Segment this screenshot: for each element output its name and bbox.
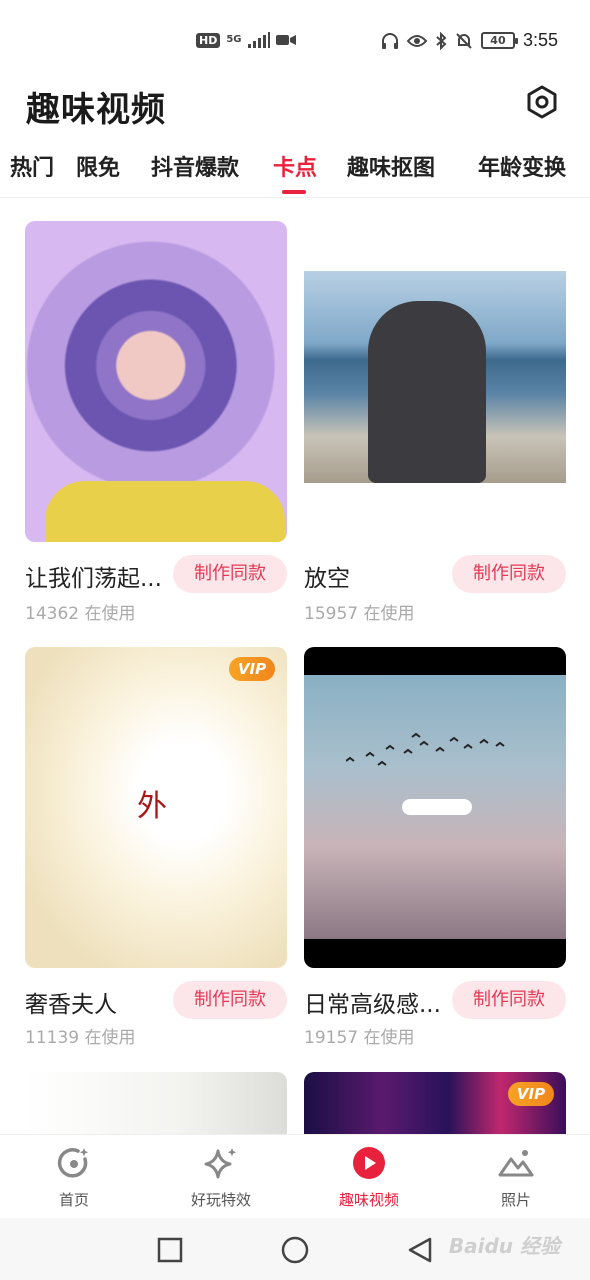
make-same-button[interactable]: 制作同款 (173, 555, 287, 593)
thumbnail-shape (402, 799, 472, 815)
nav-photos[interactable]: 照片 (466, 1145, 566, 1210)
video-play-icon (353, 1147, 385, 1179)
birds-icon (346, 732, 505, 766)
template-card[interactable]: VIP (304, 1072, 566, 1134)
status-bar: HD 5G 40 3:55 (0, 0, 590, 88)
tab-beat-sync[interactable]: 卡点 (273, 150, 317, 182)
category-tabs: 热门 限免 抖音爆款 卡点 趣味抠图 年龄变换 (0, 140, 590, 198)
home-circle-button-icon[interactable] (281, 1236, 309, 1264)
video-thumbnail[interactable] (25, 1072, 287, 1134)
nav-fun-effects[interactable]: 好玩特效 (171, 1145, 271, 1210)
video-thumbnail[interactable]: 外 VIP (25, 647, 287, 968)
system-navigation-bar: Baidu 经验 (0, 1218, 590, 1280)
vip-badge: VIP (229, 657, 275, 681)
nav-label: 好玩特效 (190, 1191, 251, 1209)
make-same-button[interactable]: 制作同款 (173, 981, 287, 1019)
tab-fun-cutout[interactable]: 趣味抠图 (347, 150, 435, 182)
bluetooth-icon (436, 31, 447, 50)
status-right: 40 3:55 (381, 30, 558, 51)
tab-hot[interactable]: 热门 (10, 150, 54, 182)
thumbnail-text: 外 (137, 789, 167, 824)
thumbnail-shape (45, 481, 285, 542)
usage-count: 11139 在使用 (25, 1028, 136, 1048)
tab-free[interactable]: 限免 (76, 150, 120, 182)
bottom-navigation: 首页 好玩特效 趣味视频 照片 (0, 1134, 590, 1218)
make-same-button[interactable]: 制作同款 (452, 981, 566, 1019)
headphones-icon (381, 32, 398, 49)
nav-home[interactable]: 首页 (24, 1145, 124, 1210)
status-left: HD 5G (196, 32, 296, 48)
photo-mountain-icon (498, 1150, 534, 1177)
template-card[interactable]: 外 VIP 奢香夫人 制作同款 11139 在使用 (25, 647, 287, 1048)
card-title: 让我们荡起... (25, 566, 162, 592)
page-title: 趣味视频 (26, 90, 166, 130)
nav-label: 趣味视频 (338, 1191, 399, 1209)
card-title: 奢香夫人 (25, 992, 117, 1018)
template-card[interactable]: 日常高级感... 制作同款 19157 在使用 (304, 647, 566, 1048)
card-title: 放空 (304, 566, 350, 592)
video-thumbnail[interactable] (304, 647, 566, 968)
usage-count: 15957 在使用 (304, 604, 415, 624)
settings-hexagon-icon[interactable] (524, 84, 560, 120)
network-5g-label: 5G (226, 34, 242, 45)
tab-age-change[interactable]: 年龄变换 (478, 150, 566, 182)
video-thumbnail[interactable] (25, 221, 287, 542)
eye-icon (406, 34, 427, 47)
home-circle-icon (57, 1148, 89, 1178)
sparkle-icon (204, 1148, 237, 1179)
nav-fun-video[interactable]: 趣味视频 (319, 1145, 419, 1210)
card-title: 日常高级感... (304, 992, 441, 1018)
template-card[interactable]: 放空 制作同款 15957 在使用 (304, 221, 566, 624)
nav-label: 照片 (500, 1191, 531, 1209)
active-tab-indicator (282, 190, 306, 194)
status-time: 3:55 (522, 30, 558, 50)
back-triangle-icon[interactable] (406, 1236, 434, 1264)
watermark: Baidu 经验 (448, 1234, 560, 1258)
video-thumbnail[interactable]: VIP (304, 1072, 566, 1134)
thumbnail-shape (368, 301, 486, 483)
make-same-button[interactable]: 制作同款 (452, 555, 566, 593)
recent-apps-icon[interactable] (156, 1236, 184, 1264)
hd-badge: HD (196, 32, 221, 48)
usage-count: 19157 在使用 (304, 1028, 415, 1048)
video-camera-icon (275, 35, 296, 45)
vip-badge: VIP (508, 1082, 554, 1106)
sky-image (304, 675, 566, 939)
nav-label: 首页 (58, 1191, 89, 1209)
video-thumbnail[interactable] (304, 271, 566, 483)
signal-icon (247, 32, 270, 48)
template-card[interactable]: 让我们荡起... 制作同款 14362 在使用 (25, 221, 287, 624)
tab-douyin-hits[interactable]: 抖音爆款 (151, 150, 239, 182)
template-card[interactable] (25, 1072, 287, 1134)
usage-count: 14362 在使用 (25, 604, 136, 624)
mute-bell-icon (456, 32, 472, 49)
battery-indicator: 40 (480, 32, 518, 49)
